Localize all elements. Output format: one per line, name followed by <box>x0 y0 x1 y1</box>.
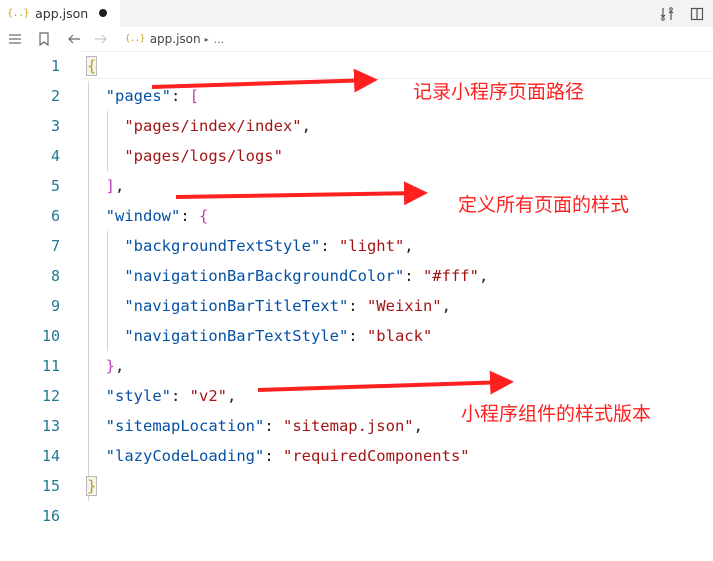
json-string: "pages/index/index" <box>124 117 302 135</box>
json-string: "sitemap.json" <box>282 417 414 435</box>
comma: , <box>441 297 451 315</box>
code-editor[interactable]: 1 2 3 4 5 6 7 8 9 10 11 12 13 14 15 16 {… <box>0 51 713 561</box>
colon: : <box>404 267 423 285</box>
comma: , <box>115 357 125 375</box>
brace: { <box>199 207 209 225</box>
json-key: "navigationBarTextStyle" <box>124 327 349 345</box>
json-key: "lazyCodeLoading" <box>105 447 265 465</box>
line-number: 11 <box>41 357 60 375</box>
bracket: [ <box>189 87 200 105</box>
line-number: 10 <box>41 327 60 345</box>
code-line-7[interactable]: "backgroundTextStyle": "light", <box>87 231 488 261</box>
line-number: 5 <box>50 177 60 195</box>
json-file-icon: {..} <box>7 8 30 19</box>
json-string: "light" <box>338 237 405 255</box>
json-string: "#fff" <box>422 267 479 285</box>
code-line-10[interactable]: "navigationBarTextStyle": "black" <box>87 321 488 351</box>
unsaved-dot-icon[interactable] <box>99 9 107 17</box>
json-file-icon: {..} <box>125 34 145 44</box>
line-number: 15 <box>41 477 60 495</box>
comma: , <box>301 117 311 135</box>
line-number: 2 <box>50 87 60 105</box>
breadcrumb[interactable]: {..} app.json ▸ ... <box>125 27 224 51</box>
code-line-16[interactable] <box>87 501 488 531</box>
colon: : <box>171 387 190 405</box>
code-content[interactable]: { "pages": [ "pages/index/index", "pages… <box>85 51 488 531</box>
line-number: 4 <box>50 147 60 165</box>
json-key: "style" <box>105 387 171 405</box>
breadcrumb-separator-icon: ▸ <box>204 34 209 44</box>
line-number: 12 <box>41 387 60 405</box>
code-line-6[interactable]: "window": { <box>87 201 488 231</box>
code-line-12[interactable]: "style": "v2", <box>87 381 488 411</box>
json-key: "backgroundTextStyle" <box>124 237 321 255</box>
tab-label: app.json <box>35 6 89 21</box>
tab-app-json[interactable]: {..} app.json <box>0 0 120 27</box>
code-line-8[interactable]: "navigationBarBackgroundColor": "#fff", <box>87 261 488 291</box>
line-number: 9 <box>50 297 60 315</box>
colon: : <box>171 87 190 105</box>
code-line-3[interactable]: "pages/index/index", <box>87 111 488 141</box>
code-line-5[interactable]: ], <box>87 171 488 201</box>
code-line-9[interactable]: "navigationBarTitleText": "Weixin", <box>87 291 488 321</box>
json-string: "pages/logs/logs" <box>124 147 283 165</box>
json-string: "black" <box>366 327 433 345</box>
json-key: "navigationBarBackgroundColor" <box>124 267 405 285</box>
bracket: ] <box>105 177 116 195</box>
code-line-11[interactable]: }, <box>87 351 488 381</box>
breadcrumb-file[interactable]: app.json <box>150 32 201 46</box>
annotation-style-label: 小程序组件的样式版本 <box>461 403 652 425</box>
colon: : <box>320 237 339 255</box>
brace: } <box>85 476 98 496</box>
line-number: 16 <box>41 507 60 525</box>
code-line-13[interactable]: "sitemapLocation": "sitemap.json", <box>87 411 488 441</box>
comma: , <box>404 237 414 255</box>
json-string: "requiredComponents" <box>282 447 470 465</box>
json-key: "sitemapLocation" <box>105 417 265 435</box>
colon: : <box>348 297 367 315</box>
brace: { <box>85 56 98 76</box>
line-number: 6 <box>50 207 60 225</box>
code-line-14[interactable]: "lazyCodeLoading": "requiredComponents" <box>87 441 488 471</box>
breadcrumb-bar: {..} app.json ▸ ... <box>0 27 713 51</box>
json-key: "pages" <box>105 87 171 105</box>
forward-arrow-icon[interactable] <box>92 30 110 48</box>
colon: : <box>264 417 283 435</box>
compare-changes-icon[interactable] <box>658 5 676 23</box>
json-key: "window" <box>105 207 181 225</box>
line-number: 7 <box>50 237 60 255</box>
json-string: "v2" <box>189 387 227 405</box>
line-number: 1 <box>50 57 60 75</box>
colon: : <box>348 327 367 345</box>
line-number: 3 <box>50 117 60 135</box>
list-icon[interactable] <box>6 30 24 48</box>
line-number: 13 <box>41 417 60 435</box>
comma: , <box>478 267 489 285</box>
code-line-4[interactable]: "pages/logs/logs" <box>87 141 488 171</box>
comma: , <box>115 177 125 195</box>
colon: : <box>180 207 199 225</box>
line-number: 8 <box>50 267 60 285</box>
back-arrow-icon[interactable] <box>65 30 83 48</box>
comma: , <box>413 417 423 435</box>
code-line-15[interactable]: } <box>85 471 488 501</box>
tab-bar: {..} app.json <box>0 0 713 27</box>
brace: } <box>105 357 116 375</box>
split-editor-icon[interactable] <box>688 5 706 23</box>
json-string: "Weixin" <box>366 297 442 315</box>
json-key: "navigationBarTitleText" <box>124 297 349 315</box>
line-number: 14 <box>41 447 60 465</box>
annotation-pages-label: 记录小程序页面路径 <box>413 81 585 103</box>
line-number-gutter: 1 2 3 4 5 6 7 8 9 10 11 12 13 14 15 16 <box>0 51 60 531</box>
annotation-window-label: 定义所有页面的样式 <box>458 194 630 216</box>
breadcrumb-ellipsis[interactable]: ... <box>214 33 225 46</box>
colon: : <box>264 447 283 465</box>
comma: , <box>227 387 237 405</box>
bookmark-icon[interactable] <box>35 30 53 48</box>
